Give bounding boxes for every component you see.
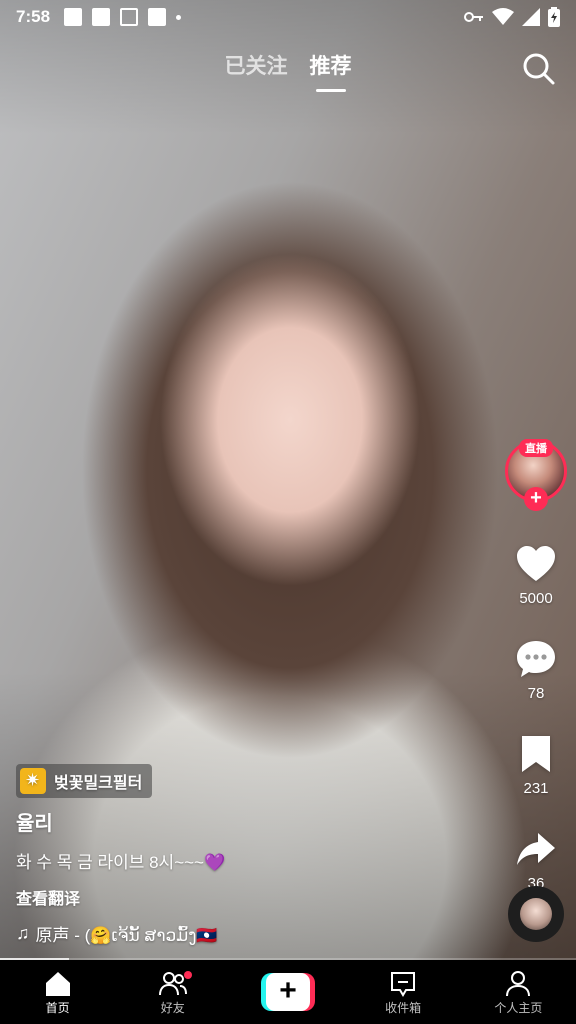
disc-cover [520, 898, 552, 930]
action-rail: 直播 + 5000 78 231 36 [504, 439, 568, 892]
nav-friends-label: 好友 [160, 1000, 185, 1015]
nav-inbox[interactable]: 收件箱 [358, 969, 448, 1016]
key-icon [464, 12, 483, 22]
comment-button[interactable]: 78 [514, 637, 558, 702]
comment-icon [517, 641, 555, 677]
plus-icon: + [265, 973, 310, 1011]
heart-icon [517, 546, 555, 581]
tab-following[interactable]: 已关注 [225, 50, 288, 80]
pen-icon [92, 8, 111, 26]
wifi-icon [492, 8, 514, 25]
image-icon [64, 8, 83, 26]
nav-home[interactable]: 首页 [13, 969, 103, 1016]
status-time: 7:58 [16, 7, 51, 26]
square-icon [148, 8, 167, 26]
bookmark-icon [522, 736, 550, 772]
nav-profile-label: 个人主页 [494, 1000, 543, 1015]
share-button[interactable]: 36 [514, 827, 558, 892]
bottom-nav: 首页 好友 + 收件箱 个人主页 [0, 960, 576, 1024]
music-title: 原声 - (🤗ເຈ້ນັ້ ສາວມົ້ງ🇱🇦 [35, 926, 218, 945]
sparkle-icon [20, 768, 46, 794]
nav-home-label: 首页 [45, 1000, 70, 1015]
favorite-count: 231 [523, 780, 549, 797]
favorite-button[interactable]: 231 [514, 732, 558, 797]
share-icon [517, 833, 555, 865]
inbox-icon [391, 971, 416, 997]
video-description: 화 수 목 금 라이브 8시~~~💜 [16, 853, 226, 872]
dot-icon [176, 14, 182, 20]
filter-label: 벚꽃밀크필터 [54, 775, 143, 792]
status-bar: 7:58 [0, 0, 576, 34]
like-count: 5000 [519, 590, 553, 607]
signal-icon [522, 8, 540, 26]
like-button[interactable]: 5000 [514, 542, 558, 607]
live-avatar[interactable]: 直播 + [505, 439, 567, 511]
comment-count: 78 [527, 685, 545, 702]
follow-button[interactable]: + [524, 487, 548, 511]
filter-chip[interactable]: 벚꽃밀크필터 [16, 764, 153, 798]
home-icon [45, 971, 70, 996]
music-note-icon: ♫ [16, 923, 30, 943]
nav-friends[interactable]: 好友 [128, 969, 218, 1016]
profile-icon [506, 970, 531, 996]
friends-notification-dot [183, 970, 192, 979]
translate-link[interactable]: 查看翻译 [16, 885, 486, 909]
nav-profile[interactable]: 个人主页 [473, 969, 563, 1016]
author-name[interactable]: 율리 [16, 807, 486, 836]
search-icon[interactable] [522, 52, 556, 86]
video-info: 벚꽃밀크필터 율리 화 수 목 금 라이브 8시~~~💜 查看翻译 ♫ 原声 -… [16, 764, 486, 946]
music-row[interactable]: ♫ 原声 - (🤗ເຈ້ນັ້ ສາວມົ້ງ🇱🇦 [16, 921, 486, 946]
feed-tabs: 已关注 推荐 [0, 50, 576, 80]
music-disc[interactable] [508, 886, 564, 942]
tab-recommend[interactable]: 推荐 [310, 50, 352, 80]
nav-inbox-label: 收件箱 [385, 1000, 422, 1015]
live-badge: 直播 [519, 439, 553, 457]
font-icon [120, 8, 139, 26]
nav-create[interactable]: + [243, 973, 333, 1011]
battery-icon [548, 7, 560, 27]
create-button[interactable]: + [260, 973, 315, 1011]
